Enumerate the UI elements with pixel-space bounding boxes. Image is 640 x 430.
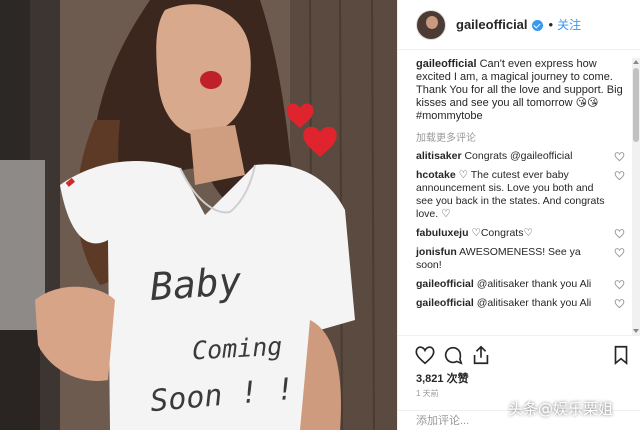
post-caption: gaileofficial Can't even express how exc… xyxy=(416,58,625,123)
comment-text: ♡Congrats♡ xyxy=(471,227,533,239)
follow-button[interactable]: 关注 xyxy=(557,16,581,33)
comment-username[interactable]: hcotake xyxy=(416,169,456,181)
comment-list: gaileofficial Can't even express how exc… xyxy=(398,58,640,335)
action-icon-row xyxy=(414,344,634,366)
header-username[interactable]: gaileofficial xyxy=(456,17,528,32)
like-comment-heart-icon[interactable] xyxy=(614,170,625,181)
list-item: alitisaker Congrats @gaileofficial xyxy=(416,150,625,163)
comment-text: @alitisaker thank you Ali xyxy=(476,278,592,290)
list-item: fabuluxeju ♡Congrats♡ xyxy=(416,227,625,240)
comment-text: Congrats @gaileofficial xyxy=(464,150,573,162)
like-comment-heart-icon[interactable] xyxy=(614,228,625,239)
share-icon[interactable] xyxy=(470,344,492,366)
comment-username[interactable]: fabuluxeju xyxy=(416,227,469,239)
post-header: gaileofficial • 关注 xyxy=(398,0,640,50)
comment-icon[interactable] xyxy=(442,344,464,366)
post-timestamp: 1 天前 xyxy=(416,389,439,398)
comment-text: @alitisaker thank you Ali xyxy=(476,297,592,309)
header-separator: • xyxy=(548,17,554,32)
post-side-panel: gaileofficial • 关注 gaileofficial Can't e… xyxy=(397,0,640,430)
comment-scrollbar[interactable] xyxy=(632,58,640,335)
bookmark-icon[interactable] xyxy=(610,344,632,366)
like-comment-heart-icon[interactable] xyxy=(614,151,625,162)
shirt-text-line-2: Coming xyxy=(191,331,284,366)
photo-illustration xyxy=(0,0,397,430)
comment-username[interactable]: gaileofficial xyxy=(416,297,474,309)
scroll-down-arrow-icon[interactable] xyxy=(632,327,640,335)
verified-icon xyxy=(531,20,543,31)
post-photo: Baby Coming Soon ! ! xyxy=(0,0,397,430)
comment-username[interactable]: alitisaker xyxy=(416,150,462,162)
caption-username[interactable]: gaileofficial xyxy=(416,58,477,70)
list-item: hcotake ♡ The cutest ever baby announcem… xyxy=(416,169,625,221)
comment-username[interactable]: gaileofficial xyxy=(416,278,474,290)
list-item: gaileofficial @alitisaker thank you Ali xyxy=(416,278,625,291)
like-comment-heart-icon[interactable] xyxy=(614,247,625,258)
shirt-text-line-1: Baby xyxy=(148,258,243,310)
comment-username[interactable]: jonisfun xyxy=(416,246,457,258)
list-item: jonisfun AWESOMENESS! See ya soon! xyxy=(416,246,625,272)
avatar[interactable] xyxy=(416,9,446,40)
list-item: gaileofficial @alitisaker thank you Ali xyxy=(416,297,625,310)
like-comment-heart-icon[interactable] xyxy=(614,279,625,290)
scrollbar-thumb[interactable] xyxy=(633,68,639,142)
like-comment-heart-icon[interactable] xyxy=(614,298,625,309)
scroll-up-arrow-icon[interactable] xyxy=(632,58,640,66)
load-more-comments-button[interactable]: 加载更多评论 xyxy=(416,129,625,144)
likes-count[interactable]: 3,821 次赞 xyxy=(416,370,469,386)
watermark: 头条@娱乐栗姐 xyxy=(508,400,614,418)
heart-icon[interactable] xyxy=(414,344,436,366)
